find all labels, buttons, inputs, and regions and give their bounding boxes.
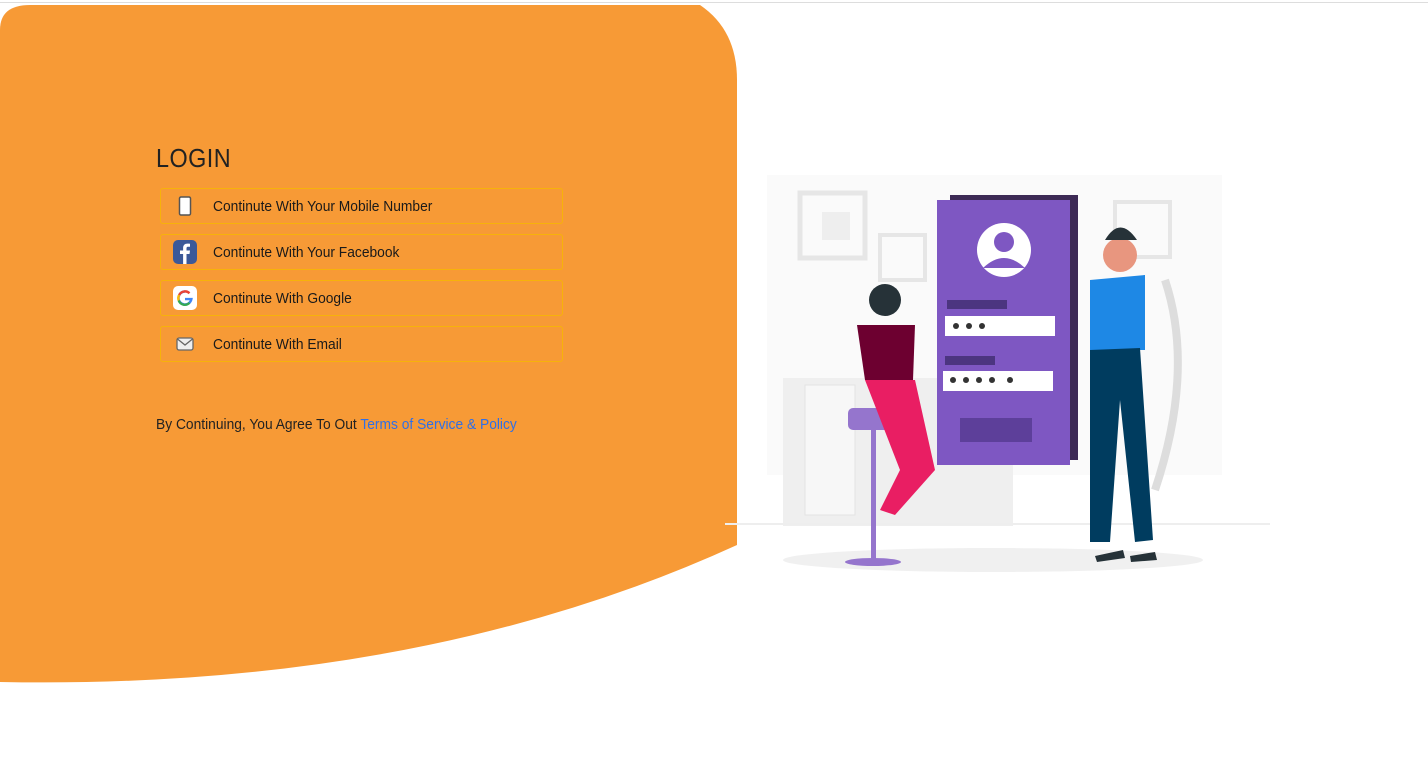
option-label: Continute With Your Mobile Number	[213, 197, 433, 215]
continue-google-button[interactable]: Continute With Google	[160, 280, 563, 316]
terms-text: By Continuing, You Agree To Out Terms of…	[156, 416, 517, 433]
continue-facebook-button[interactable]: Continute With Your Facebook	[160, 234, 563, 270]
terms-link[interactable]: Terms of Service & Policy	[360, 416, 516, 433]
option-label: Continute With Google	[213, 289, 352, 307]
option-label: Continute With Your Facebook	[213, 243, 400, 261]
continue-mobile-button[interactable]: Continute With Your Mobile Number	[160, 188, 563, 224]
login-illustration	[725, 175, 1270, 572]
terms-prefix: By Continuing, You Agree To Out	[156, 416, 361, 433]
facebook-icon	[173, 240, 197, 264]
continue-email-button[interactable]: Continute With Email	[160, 326, 563, 362]
mobile-phone-icon	[173, 194, 197, 218]
option-label: Continute With Email	[213, 335, 342, 353]
page-title: LOGIN	[156, 143, 232, 173]
email-icon	[173, 332, 197, 356]
google-icon	[173, 286, 197, 310]
